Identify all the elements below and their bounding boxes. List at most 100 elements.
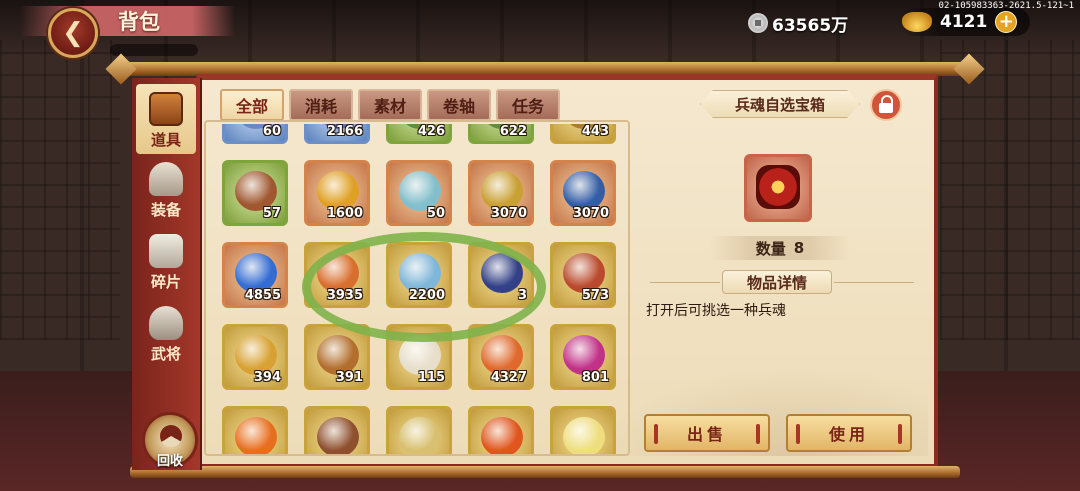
item-quantity: 数量 8: [710, 236, 850, 260]
inventory-item-slot[interactable]: 801: [550, 324, 616, 390]
item-art-icon: [317, 335, 359, 375]
item-grid: 60 2166 426 622 443 57 1600 50 3070 3070 4855 3935 2…: [208, 124, 626, 454]
inventory-item-slot[interactable]: 391: [304, 324, 370, 390]
scroll-rod-bottom: [130, 466, 960, 478]
gold-ingot-icon: [902, 12, 932, 32]
version-string: 02-105983363-2621.5-121~1: [938, 1, 1074, 11]
item-count: 391: [335, 370, 363, 385]
tab-all[interactable]: 全部: [220, 89, 284, 121]
item-art-icon: [563, 335, 605, 375]
item-count: 57: [262, 206, 281, 221]
item-count: 50: [426, 206, 445, 221]
add-gold-button[interactable]: +: [995, 11, 1018, 33]
tab-consumables[interactable]: 消耗: [289, 89, 353, 121]
lock-button[interactable]: [870, 89, 902, 121]
inventory-item-slot[interactable]: [468, 406, 534, 454]
sell-button[interactable]: 出售: [644, 414, 770, 452]
inventory-item-slot[interactable]: 394: [222, 324, 288, 390]
recycle-label: 回收: [156, 454, 183, 469]
tab-scrolls[interactable]: 卷轴: [427, 89, 491, 121]
title-underbar: [110, 44, 198, 56]
inventory-item-slot[interactable]: [304, 406, 370, 454]
inventory-item-slot[interactable]: [550, 406, 616, 454]
item-art-icon: [481, 417, 523, 454]
inventory-item-slot[interactable]: 60: [222, 124, 288, 144]
gold-amount: 4121: [940, 12, 988, 32]
inventory-item-slot[interactable]: 4327: [468, 324, 534, 390]
recycle-button[interactable]: 回收: [142, 412, 198, 469]
item-art-icon: [399, 171, 441, 211]
item-art-icon: [317, 253, 359, 293]
selected-item-icon: [744, 154, 812, 222]
sidebar-item-label: 装备: [150, 201, 181, 219]
inventory-item-slot[interactable]: [386, 406, 452, 454]
inventory-item-slot[interactable]: 426: [386, 124, 452, 144]
item-count: 115: [417, 370, 445, 385]
gold-resource: 4121 +: [900, 8, 1030, 36]
item-count: 60: [262, 124, 281, 139]
page-title: 背包: [118, 10, 160, 34]
item-count: 801: [581, 370, 609, 385]
sidebar-item-fragments[interactable]: 碎片: [136, 226, 196, 296]
back-arrow-icon: ❮: [62, 18, 84, 48]
inventory-item-slot[interactable]: 3: [468, 242, 534, 308]
inventory-item-slot[interactable]: 4855: [222, 242, 288, 308]
item-count: 443: [581, 124, 609, 139]
sidebar-item-generals[interactable]: 武将: [136, 298, 196, 368]
section-divider-right: [834, 282, 914, 283]
item-count: 2200: [408, 288, 445, 303]
item-art-icon: [399, 417, 441, 454]
background-lattice-right: [940, 40, 1080, 340]
sidebar-item-label: 碎片: [150, 273, 181, 291]
puzzle-icon: [149, 234, 183, 268]
item-art-icon: [563, 253, 605, 293]
filter-tabs: 全部 消耗 素材 卷轴 任务: [220, 89, 560, 121]
sidebar-item-props[interactable]: 道具: [136, 84, 196, 154]
inventory-item-slot[interactable]: 2200: [386, 242, 452, 308]
sidebar-item-equipment[interactable]: 装备: [136, 154, 196, 224]
item-art-icon: [399, 253, 441, 293]
item-count: 622: [499, 124, 527, 139]
inventory-item-slot[interactable]: 57: [222, 160, 288, 226]
item-description: 打开后可挑选一种兵魂: [646, 303, 786, 319]
section-divider-left: [650, 282, 720, 283]
item-art-icon: [563, 417, 605, 454]
inventory-item-slot[interactable]: 1600: [304, 160, 370, 226]
quantity-value: 8: [793, 239, 805, 257]
item-count: 4855: [244, 288, 281, 303]
inventory-item-slot[interactable]: 3070: [550, 160, 616, 226]
inventory-item-slot[interactable]: 622: [468, 124, 534, 144]
item-count: 394: [253, 370, 281, 385]
silver-coin-icon: [748, 13, 768, 33]
inventory-item-slot[interactable]: 573: [550, 242, 616, 308]
tab-quests[interactable]: 任务: [496, 89, 560, 121]
use-button[interactable]: 使用: [786, 414, 912, 452]
back-button[interactable]: ❮: [48, 8, 98, 58]
inventory-item-slot[interactable]: 2166: [304, 124, 370, 144]
inventory-item-slot[interactable]: 3070: [468, 160, 534, 226]
inventory-item-slot[interactable]: 3935: [304, 242, 370, 308]
inventory-item-slot[interactable]: 50: [386, 160, 452, 226]
sidebar-item-label: 武将: [150, 345, 181, 363]
item-art-icon: [317, 171, 359, 211]
item-count: 1600: [326, 206, 363, 221]
armor-icon: [149, 162, 183, 196]
item-art-icon: [481, 171, 523, 211]
recycle-icon: [160, 425, 182, 447]
chest-icon: [149, 92, 183, 126]
item-count: 573: [581, 288, 609, 303]
item-art-icon: [317, 417, 359, 454]
item-count: 2166: [326, 124, 363, 139]
quantity-label: 数量: [755, 239, 786, 258]
inventory-item-slot[interactable]: 115: [386, 324, 452, 390]
tab-materials[interactable]: 素材: [358, 89, 422, 121]
item-art-icon: [563, 171, 605, 211]
item-art-icon: [235, 335, 277, 375]
item-name: 兵魂自选宝箱: [700, 90, 860, 118]
item-art-icon: [235, 253, 277, 293]
background-lattice-left: [0, 40, 120, 340]
item-count: 3: [517, 288, 527, 303]
inventory-item-slot[interactable]: 443: [550, 124, 616, 144]
item-count: 3935: [326, 288, 363, 303]
inventory-item-slot[interactable]: [222, 406, 288, 454]
